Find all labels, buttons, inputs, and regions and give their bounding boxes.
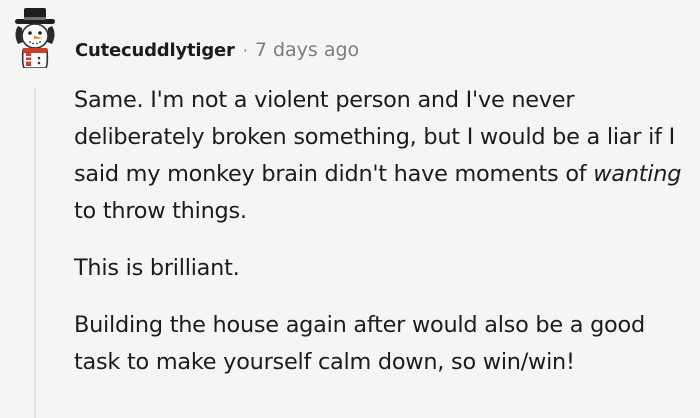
thread-line[interactable] [34, 88, 36, 418]
user-avatar[interactable] [10, 6, 60, 69]
username-link[interactable]: Cutecuddlytiger [75, 40, 235, 61]
emphasized-text: wanting [593, 161, 682, 187]
meta-separator: · [242, 40, 248, 60]
timestamp-link[interactable]: 7 days ago [255, 39, 359, 61]
comment-paragraph: Same. I'm not a violent person and I've … [74, 82, 696, 230]
paragraph-text: Same. I'm not a violent person and I've … [74, 87, 675, 187]
comment-meta: Cutecuddlytiger · 7 days ago [75, 36, 359, 64]
comment: Cutecuddlytiger · 7 days ago Same. I'm n… [0, 0, 700, 418]
paragraph-text: to throw things. [74, 198, 247, 224]
snowman-top-hat-avatar-icon [15, 8, 55, 69]
comment-paragraph: Building the house again after would als… [74, 312, 645, 375]
comment-body: Same. I'm not a violent person and I've … [74, 82, 696, 401]
comment-paragraph: This is brilliant. [74, 255, 240, 281]
